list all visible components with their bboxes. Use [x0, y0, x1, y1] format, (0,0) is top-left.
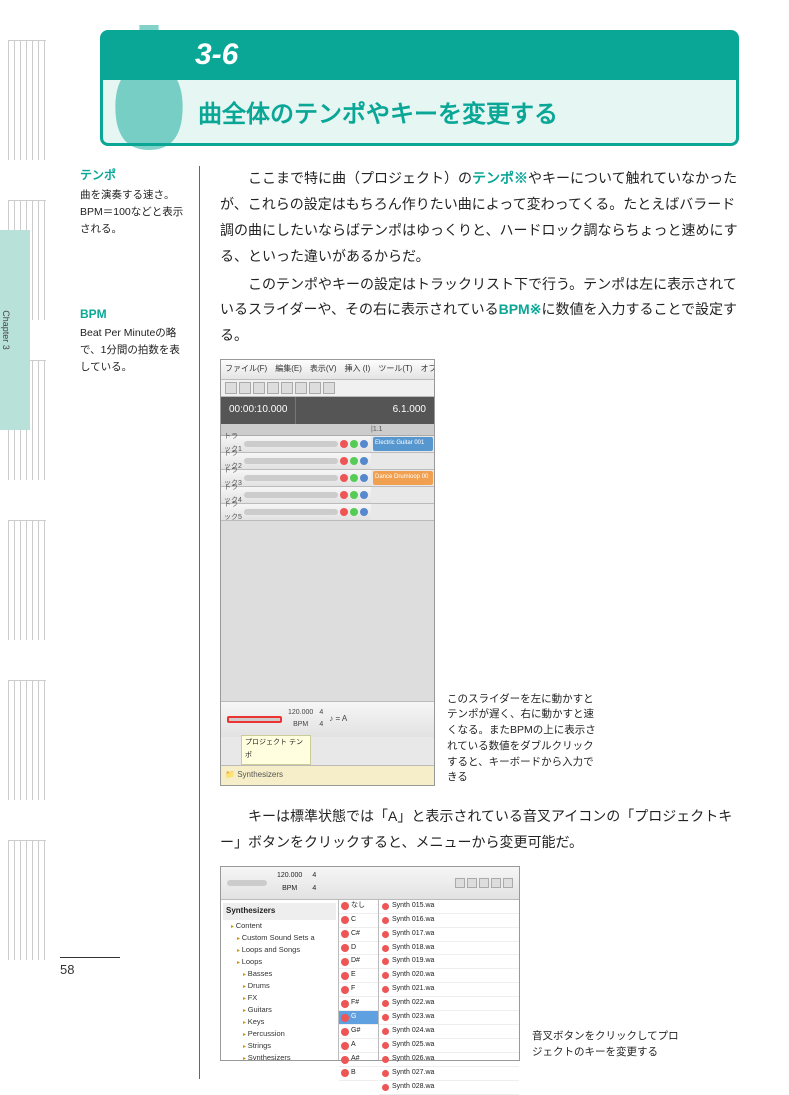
- tree-item[interactable]: Synthesizers: [231, 1052, 336, 1060]
- key-menu-item[interactable]: A: [339, 1039, 378, 1053]
- file-list-item[interactable]: Synth 024.wa: [379, 1025, 519, 1039]
- tree-item[interactable]: Content: [231, 920, 336, 932]
- file-list-item[interactable]: Synth 021.wa: [379, 983, 519, 997]
- tree-item[interactable]: Keys: [231, 1016, 336, 1028]
- tree-root[interactable]: Synthesizers: [223, 903, 336, 920]
- key-menu-item[interactable]: C#: [339, 928, 378, 942]
- keyword-bpm: BPM※: [499, 301, 542, 317]
- section-number: 3-6: [100, 30, 739, 80]
- bpm-readout[interactable]: 120.000 BPM: [288, 707, 313, 733]
- glossary-definition: Beat Per Minuteの略で、1分間の拍数を表している。: [80, 325, 187, 375]
- section-title: 曲全体のテンポやキーを変更する: [100, 80, 739, 146]
- glossary-term: BPM: [80, 307, 187, 321]
- file-list-item[interactable]: Synth 023.wa: [379, 1011, 519, 1025]
- file-list-item[interactable]: Synth 016.wa: [379, 914, 519, 928]
- file-list-item[interactable]: Synth 015.wa: [379, 900, 519, 914]
- tempo-slider[interactable]: [227, 716, 282, 723]
- tree-item[interactable]: Basses: [231, 968, 336, 980]
- track-row[interactable]: トラック5: [221, 504, 434, 521]
- file-list-item[interactable]: Synth 018.wa: [379, 942, 519, 956]
- paragraph: このテンポやキーの設定はトラックリスト下で行う。テンポは左に表示されているスライ…: [220, 272, 739, 350]
- screenshot-tempo-slider: ファイル(F) 編集(E) 表示(V) 挿入 (I) ツール(T) オプション …: [220, 359, 435, 786]
- track-row[interactable]: トラック3Dance Drumloop 00: [221, 470, 434, 487]
- key-menu-item[interactable]: D: [339, 942, 378, 956]
- app-toolbar[interactable]: [221, 380, 434, 397]
- key-menu-item[interactable]: C: [339, 914, 378, 928]
- key-menu-item[interactable]: なし: [339, 900, 378, 914]
- decoration-fret-lines: [8, 40, 46, 960]
- track-row[interactable]: トラック4: [221, 487, 434, 504]
- file-list-item[interactable]: Synth 025.wa: [379, 1039, 519, 1053]
- keyword-tempo: テンポ※: [472, 170, 528, 186]
- glossary-definition: 曲を演奏する速さ。BPM＝100などと表示される。: [80, 187, 187, 237]
- key-menu-item[interactable]: F: [339, 983, 378, 997]
- tree-item[interactable]: Custom Sound Sets a: [231, 932, 336, 944]
- bar-beat-display[interactable]: 6.1.000: [296, 397, 434, 424]
- chapter-tab: Chapter 3 まずはループ素材を並べてみよう: [0, 230, 30, 430]
- media-browser-tab[interactable]: 📁 Synthesizers: [221, 765, 434, 785]
- bpm-readout[interactable]: 120.000 BPM: [277, 870, 302, 896]
- app-menubar[interactable]: ファイル(F) 編集(E) 表示(V) 挿入 (I) ツール(T) オプション …: [221, 360, 434, 380]
- key-menu-item[interactable]: B: [339, 1067, 378, 1081]
- project-key-menu[interactable]: なしCC#DD#EFF#GG#AA#B: [339, 900, 379, 1060]
- tree-item[interactable]: Loops and Songs: [231, 944, 336, 956]
- key-menu-item[interactable]: F#: [339, 997, 378, 1011]
- time-signature[interactable]: 4 4: [319, 707, 323, 733]
- time-display-bar: 00:00:10.000 6.1.000: [221, 397, 434, 424]
- tree-item[interactable]: FX: [231, 992, 336, 1004]
- key-menu-item[interactable]: E: [339, 969, 378, 983]
- tree-item[interactable]: Strings: [231, 1040, 336, 1052]
- audio-clip[interactable]: Dance Drumloop 00: [373, 471, 433, 485]
- figure-caption: このスライダーを左に動かすとテンポが遅く、右に動かすと速くなる。またBPMの上に…: [447, 692, 602, 787]
- file-list[interactable]: Synth 015.waSynth 016.waSynth 017.waSynt…: [379, 900, 519, 1060]
- main-content: ここまで特に曲（プロジェクト）のテンポ※やキーについて触れていなかったが、これら…: [220, 166, 739, 1079]
- timeline-ruler[interactable]: |1.1: [221, 424, 434, 436]
- project-status-bar: 120.000 BPM 4 4 ♪ = A: [221, 701, 434, 738]
- screenshot-key-menu: 120.000 BPM 4 4 Synthesizers ContentCust…: [220, 866, 520, 1061]
- transport-buttons[interactable]: [455, 878, 513, 888]
- tree-item[interactable]: Guitars: [231, 1004, 336, 1016]
- tooltip: プロジェクト テンポ: [241, 735, 311, 765]
- glossary-term: テンポ: [80, 166, 187, 183]
- tree-item[interactable]: Drums: [231, 980, 336, 992]
- chapter-number: Chapter 3: [1, 310, 11, 350]
- tree-item[interactable]: Percussion: [231, 1028, 336, 1040]
- page-number: 58: [60, 957, 120, 977]
- glossary-sidebar: テンポ 曲を演奏する速さ。BPM＝100などと表示される。 BPM Beat P…: [80, 166, 200, 1079]
- key-menu-item[interactable]: G: [339, 1011, 378, 1025]
- audio-clip[interactable]: Electric Guitar 001: [373, 437, 433, 451]
- paragraph: ここまで特に曲（プロジェクト）のテンポ※やキーについて触れていなかったが、これら…: [220, 166, 739, 270]
- file-list-item[interactable]: Synth 020.wa: [379, 969, 519, 983]
- file-list-item[interactable]: Synth 022.wa: [379, 997, 519, 1011]
- timecode-display[interactable]: 00:00:10.000: [221, 397, 296, 424]
- project-status-bar: 120.000 BPM 4 4: [221, 867, 519, 900]
- file-list-item[interactable]: Synth 019.wa: [379, 955, 519, 969]
- key-menu-item[interactable]: G#: [339, 1025, 378, 1039]
- key-menu-item[interactable]: D#: [339, 955, 378, 969]
- file-list-item[interactable]: Synth 028.wa: [379, 1081, 519, 1095]
- tree-item[interactable]: Loops: [231, 956, 336, 968]
- track-row[interactable]: トラック1Electric Guitar 001: [221, 436, 434, 453]
- paragraph: キーは標準状態では「A」と表示されている音叉アイコンの「プロジェクトキー」ボタン…: [220, 804, 739, 856]
- section-header: 3-6 曲全体のテンポやキーを変更する: [100, 30, 739, 146]
- file-list-item[interactable]: Synth 026.wa: [379, 1053, 519, 1067]
- file-list-item[interactable]: Synth 017.wa: [379, 928, 519, 942]
- time-signature[interactable]: 4 4: [312, 870, 316, 896]
- tempo-slider[interactable]: [227, 880, 267, 886]
- media-browser-tree[interactable]: Synthesizers ContentCustom Sound Sets aL…: [221, 900, 339, 1060]
- track-row[interactable]: トラック2: [221, 453, 434, 470]
- file-list-item[interactable]: Synth 027.wa: [379, 1067, 519, 1081]
- figure-caption: 音叉ボタンをクリックしてプロジェクトのキーを変更する: [532, 1029, 687, 1061]
- arrangement-empty-area: [221, 521, 434, 701]
- guitar-icon: [110, 25, 188, 150]
- key-menu-item[interactable]: A#: [339, 1053, 378, 1067]
- project-key-button[interactable]: ♪ = A: [329, 712, 347, 727]
